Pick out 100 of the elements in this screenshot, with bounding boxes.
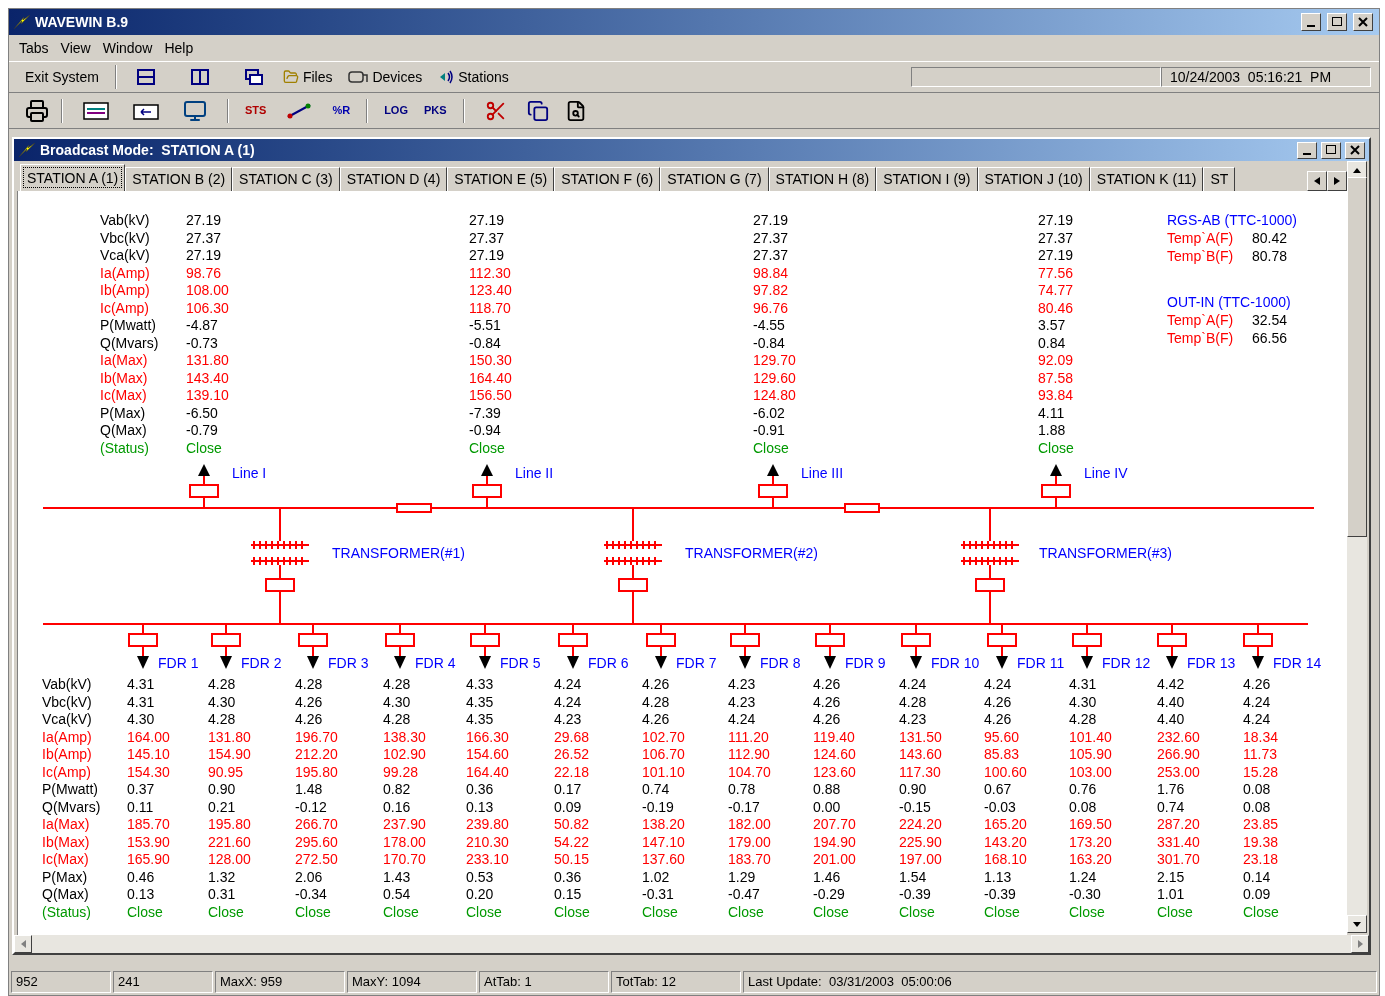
value-text: Close [1157, 903, 1193, 920]
value-text: -0.15 [899, 798, 931, 815]
value-text: 0.90 [899, 781, 927, 797]
value-text: 237.90 [383, 816, 426, 832]
value-text: 295.60 [295, 833, 338, 850]
value-text: Close [383, 903, 419, 920]
minimize-button[interactable] [1297, 141, 1317, 159]
value-text: 1.29 [728, 868, 756, 885]
value-text: 179.00 [728, 833, 771, 850]
station-tab[interactable]: STATION I (9) [876, 167, 978, 191]
menu-item[interactable]: Tabs [13, 37, 55, 59]
row-label: Vca(kV) [42, 711, 92, 727]
row-label: Vab(kV) [100, 212, 150, 228]
station-tab[interactable]: ST [1203, 167, 1236, 191]
value-text: 129.70 [753, 352, 796, 368]
close-button[interactable] [1353, 13, 1373, 31]
station-tab[interactable]: STATION B (2) [125, 167, 233, 191]
value-text: 0.13 [127, 886, 155, 902]
station-tab[interactable]: STATION H (8) [768, 167, 877, 191]
vertical-layout-button[interactable] [190, 69, 209, 85]
station-tab[interactable]: STATION F (6) [554, 167, 661, 191]
station-tab[interactable]: STATION K (11) [1089, 167, 1204, 191]
toolbar-button[interactable]: LOG [376, 95, 416, 126]
stations-button[interactable]: Stations [430, 64, 517, 90]
value-text: 0.13 [466, 798, 494, 815]
close-button[interactable] [1345, 141, 1365, 159]
value-text: 27.19 [186, 247, 222, 263]
signal-icon [438, 70, 455, 84]
maximize-button[interactable] [1327, 13, 1347, 31]
menu-item[interactable]: Window [96, 37, 159, 59]
minimize-icon [1307, 24, 1315, 27]
minimize-icon [1303, 152, 1311, 155]
menu-item[interactable]: View [54, 37, 97, 59]
arrow-down-icon [1252, 656, 1264, 669]
value-text: 1.24 [1069, 868, 1097, 885]
scroll-right-button[interactable] [1327, 171, 1347, 191]
value-text: Close [1069, 903, 1105, 920]
toolbar-button[interactable]: PKS [416, 95, 455, 126]
value-text: 0.37 [127, 781, 155, 797]
minimize-button[interactable] [1301, 13, 1321, 31]
transformer-icon [250, 540, 310, 566]
value-text: 165.20 [984, 816, 1027, 832]
close-icon [1358, 17, 1368, 27]
menu-item[interactable]: Help [158, 37, 200, 59]
value-text: 11.73 [1243, 746, 1277, 762]
transformer-label: TRANSFORMER(#2) [685, 545, 818, 561]
value-text: 224.20 [899, 816, 942, 832]
value-text: -0.19 [642, 798, 674, 815]
toolbar-button[interactable]: STS [237, 95, 275, 126]
horizontal-layout-button[interactable] [136, 69, 155, 85]
maximize-button[interactable] [1321, 141, 1341, 159]
value-text: 4.28 [383, 711, 411, 727]
value-text: 106.70 [642, 746, 685, 762]
cascade-button[interactable] [244, 69, 263, 85]
value-text: 233.10 [466, 851, 509, 867]
station-tab[interactable]: STATION J (10) [977, 167, 1090, 191]
value-text: -0.47 [728, 886, 760, 902]
value-text: 129.60 [753, 369, 796, 386]
status-bar-cell: 241 [113, 971, 213, 993]
value-text: 27.37 [753, 247, 789, 263]
value-text: 15.28 [1243, 763, 1279, 780]
value-text: -0.30 [1069, 886, 1101, 902]
value-text: 272.50 [295, 851, 338, 867]
value-text: 111.20 [728, 728, 769, 745]
value-text: 4.33 [466, 676, 494, 692]
value-text: -0.84 [469, 334, 501, 351]
arrow-up-icon [767, 464, 779, 476]
value-text: 104.70 [728, 763, 771, 780]
station-tab[interactable]: STATION E (5) [447, 167, 555, 191]
value-text: 4.26 [642, 711, 670, 727]
station-tab[interactable]: STATION A (1) [20, 164, 126, 191]
station-tab[interactable]: STATION D (4) [339, 167, 448, 191]
value-text: -0.79 [186, 422, 218, 438]
row-label: Ia(Amp) [100, 264, 150, 281]
files-button[interactable]: Files [274, 64, 341, 90]
value-text: 166.30 [466, 728, 509, 745]
station-tab[interactable]: STATION G (7) [660, 167, 769, 191]
horizontal-scrollbar[interactable] [14, 935, 1369, 953]
value-text: 221.60 [208, 833, 251, 850]
value-text: 27.37 [469, 229, 505, 246]
value-text: 27.37 [1038, 229, 1074, 246]
value-text: 4.26 [813, 711, 841, 727]
reading-label: Temp`B(F) [1167, 329, 1234, 346]
folder-icon [282, 69, 299, 85]
value-text: 1.32 [208, 868, 236, 885]
feeder-label: FDR 1 [158, 655, 199, 671]
value-text: 232.60 [1157, 728, 1200, 745]
reading-value: 32.54 [1252, 312, 1288, 328]
row-label: Ia(Amp) [42, 728, 92, 745]
value-text: 99.28 [383, 763, 419, 780]
vertical-scrollbar[interactable] [1347, 161, 1367, 933]
station-tab[interactable]: STATION C (3) [232, 167, 340, 191]
exit-system-button[interactable]: Exit System [17, 64, 107, 90]
value-text: 164.40 [469, 369, 512, 386]
toolbar-button[interactable]: %R [324, 95, 359, 126]
value-text: 0.17 [554, 781, 582, 797]
devices-button[interactable]: Devices [340, 64, 431, 90]
transformer-icon [960, 540, 1020, 566]
scroll-left-button[interactable] [1307, 171, 1327, 191]
value-text: 4.30 [383, 693, 411, 710]
